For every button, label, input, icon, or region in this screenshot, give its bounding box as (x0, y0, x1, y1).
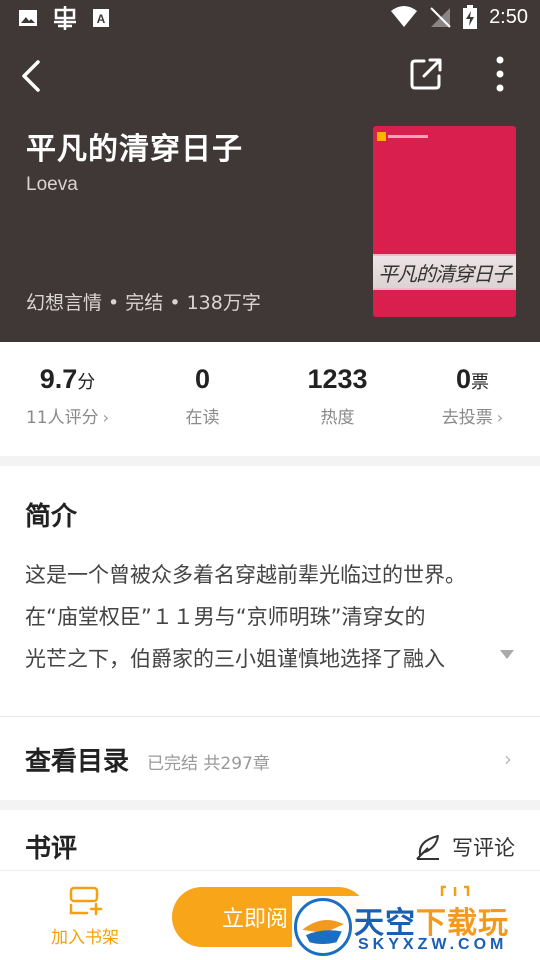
stat-value: 1233 (307, 364, 368, 394)
watermark-logo-icon (294, 898, 352, 956)
book-author[interactable]: Loeva (26, 174, 78, 196)
intro-section: 简介 这是一个曾被众多着名穿越前辈光临过的世界。 在“庙堂权臣”１１男与“京师明… (0, 466, 540, 716)
stat-popularity: 1233 热度 (270, 364, 405, 428)
wifi-icon (391, 6, 418, 27)
clock: 2:50 (489, 5, 528, 28)
table-of-contents-row[interactable]: 查看目录 已完结 共297章 › (0, 716, 540, 800)
chevron-right-icon: › (504, 747, 512, 771)
watermark-domain: SKYXZW.COM (358, 936, 508, 953)
read-now-label: 立即阅 (222, 907, 289, 932)
intro-line: 光芒之下，伯爵家的三小姐谨慎地选择了融入 (25, 647, 445, 671)
stat-value: 9.7 (39, 364, 78, 394)
book-stats: 9.7分 11人评分 › 0 在读 1233 热度 0票 去投票 › (0, 342, 540, 456)
add-to-shelf-label: 加入书架 (51, 928, 119, 948)
write-review-label: 写评论 (452, 836, 515, 860)
cover-title-band: 平凡的清穿日子 (373, 254, 516, 290)
toc-status: 已完结 共297章 (147, 754, 270, 774)
bug-icon (54, 6, 76, 30)
stat-reading: 0 在读 (135, 364, 270, 428)
no-signal-icon (430, 7, 451, 28)
book-header: 平凡的清穿日子 Loeva 幻想言情 • 完结 • 138万字 平凡的清穿日子 (0, 36, 540, 342)
book-title: 平凡的清穿日子 (26, 132, 243, 167)
stat-label: 去投票 (441, 408, 493, 428)
more-vertical-icon[interactable] (486, 54, 514, 94)
stat-label: 11人评分 (25, 408, 99, 428)
image-icon (19, 10, 37, 26)
cover-title: 平凡的清穿日子 (378, 261, 512, 286)
stat-votes[interactable]: 0票 去投票 › (405, 364, 540, 428)
book-meta: 幻想言情 • 完结 • 138万字 (26, 292, 261, 314)
book-cover[interactable]: 平凡的清穿日子 (373, 126, 516, 317)
intro-line: 这是一个曾被众多着名穿越前辈光临过的世界。 (25, 563, 466, 587)
chevron-right-icon: › (102, 408, 110, 427)
battery-charging-icon (463, 5, 478, 29)
svg-text:A: A (97, 12, 106, 26)
intro-heading: 简介 (25, 502, 78, 532)
stat-unit: 分 (77, 372, 96, 393)
stat-rating[interactable]: 9.7分 11人评分 › (0, 364, 135, 428)
share-icon[interactable] (408, 56, 444, 92)
stat-unit: 票 (471, 372, 490, 393)
font-download-icon: A (93, 9, 109, 27)
status-bar: A 2:50 (0, 0, 540, 36)
add-to-shelf-button[interactable]: 加入书架 (40, 885, 130, 948)
stat-label: 热度 (320, 408, 355, 428)
feather-pen-icon (416, 835, 439, 860)
stat-value: 0 (194, 364, 211, 394)
reviews-heading: 书评 (25, 834, 78, 864)
stat-label: 在读 (185, 408, 220, 428)
back-icon[interactable] (18, 56, 50, 96)
chevron-right-icon: › (496, 408, 504, 427)
intro-line: 在“庙堂权臣”１１男与“京师明珠”清穿女的 (25, 605, 426, 629)
stat-value: 0 (455, 364, 472, 394)
write-review-button[interactable]: 写评论 (414, 832, 515, 862)
bookshelf-icon (69, 886, 103, 916)
intro-text[interactable]: 这是一个曾被众多着名穿越前辈光临过的世界。 在“庙堂权臣”１１男与“京师明珠”清… (25, 554, 515, 680)
publisher-logo (377, 130, 437, 142)
site-watermark: 天空下载玩 SKYXZW.COM (292, 896, 540, 960)
expand-caret-icon[interactable] (500, 650, 514, 659)
toc-title: 查看目录 (25, 747, 130, 777)
